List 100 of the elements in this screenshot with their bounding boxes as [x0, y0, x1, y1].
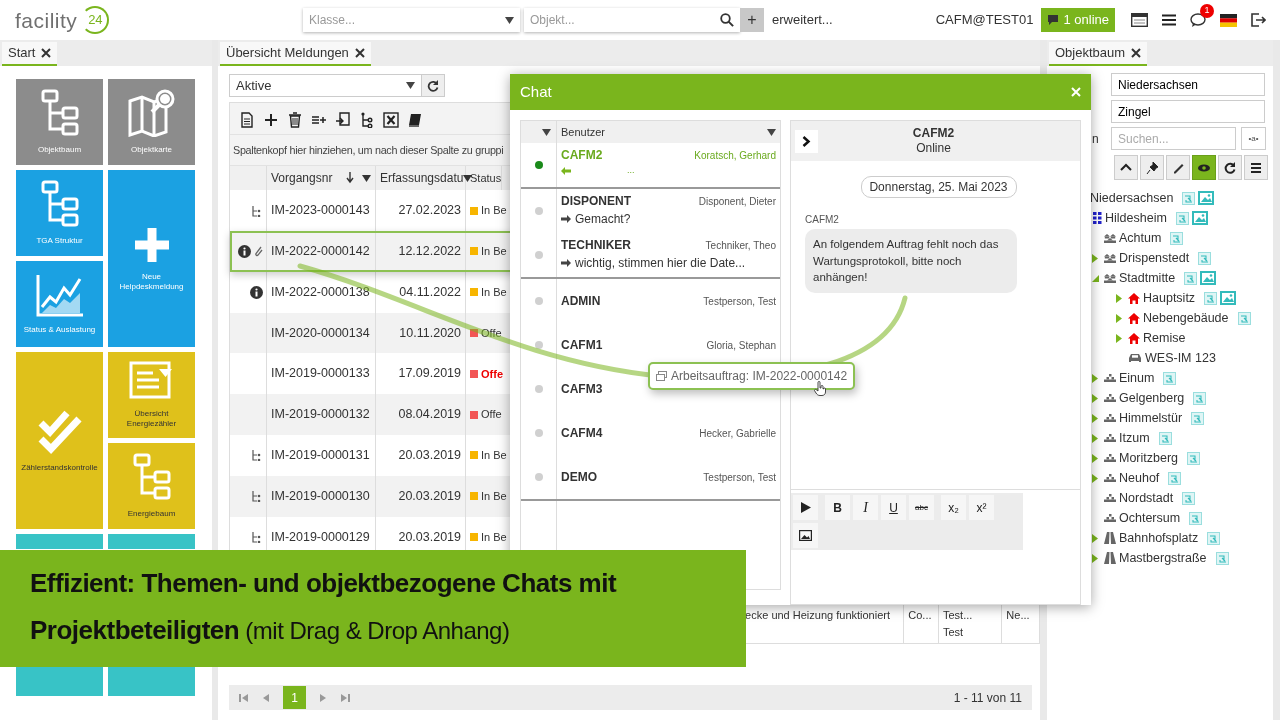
- expand-arrow-icon[interactable]: [1116, 313, 1122, 323]
- document-icon[interactable]: [239, 112, 255, 128]
- map-frame-icon[interactable]: [1191, 211, 1208, 225]
- tree-node-label[interactable]: Drispenstedt: [1119, 248, 1190, 268]
- editor-button[interactable]: [793, 495, 818, 520]
- tool-button[interactable]: [1166, 155, 1190, 180]
- expand-arrow-icon[interactable]: [1092, 373, 1098, 383]
- expand-arrow-icon[interactable]: [1092, 413, 1098, 423]
- tree-node-label[interactable]: Himmelstür: [1119, 408, 1183, 428]
- refresh-button[interactable]: [422, 74, 445, 97]
- tree-node-label[interactable]: Nordstadt: [1119, 488, 1174, 508]
- tree-node-label[interactable]: Achtum: [1119, 228, 1162, 248]
- object-search-field[interactable]: Objekt...: [530, 11, 716, 29]
- editor-button[interactable]: x₂: [941, 495, 966, 520]
- editor-button[interactable]: I: [853, 495, 878, 520]
- tool-button[interactable]: [1114, 155, 1138, 180]
- tree-node-label[interactable]: Moritzberg: [1119, 448, 1179, 468]
- pattern-button[interactable]: •a•: [1241, 127, 1266, 150]
- tree-node-label[interactable]: Ochtersum: [1119, 508, 1181, 528]
- app-tile[interactable]: Übersicht Energiezähler: [108, 352, 195, 438]
- import-icon[interactable]: [335, 112, 351, 128]
- region-field[interactable]: Niedersachsen: [1111, 73, 1265, 96]
- tree-node-label[interactable]: Gelgenberg: [1119, 388, 1185, 408]
- column-header[interactable]: Erfassungsdatu: [380, 169, 464, 188]
- editor-button[interactable]: B: [825, 495, 850, 520]
- app-tile[interactable]: [108, 534, 195, 549]
- tree-node-label[interactable]: WES-IM 123: [1145, 348, 1216, 368]
- panel-tab[interactable]: Übersicht Meldungen: [220, 42, 371, 66]
- editor-button[interactable]: U: [881, 495, 906, 520]
- panel-tab[interactable]: Objektbaum: [1049, 42, 1148, 66]
- attachment-icon[interactable]: [1198, 251, 1212, 265]
- chat-icon[interactable]: [1190, 12, 1206, 28]
- tree-node-label[interactable]: Neuhof: [1119, 468, 1160, 488]
- tree-node-label[interactable]: Hauptsitz: [1143, 288, 1196, 308]
- caret-icon[interactable]: [505, 16, 514, 24]
- expand-arrow-icon[interactable]: [1092, 253, 1098, 263]
- first-page-icon[interactable]: [239, 692, 249, 703]
- attachment-icon[interactable]: [1182, 191, 1196, 205]
- app-tile[interactable]: [108, 666, 195, 696]
- add-icon[interactable]: [263, 112, 279, 128]
- app-tile[interactable]: Zählerstandskontrolle: [16, 352, 103, 529]
- class-select[interactable]: Klasse...: [309, 11, 501, 29]
- attachment-icon[interactable]: [1163, 371, 1177, 385]
- app-tile[interactable]: [16, 534, 103, 549]
- window-icon[interactable]: [1131, 13, 1148, 27]
- tree-node-label[interactable]: Remise: [1143, 328, 1186, 348]
- expand-arrow-icon[interactable]: [1092, 433, 1098, 443]
- attachment-icon[interactable]: [1187, 451, 1201, 465]
- expand-arrow-icon[interactable]: [1116, 333, 1122, 343]
- tree-node-label[interactable]: Itzum: [1119, 428, 1150, 448]
- attachment-icon[interactable]: [1237, 311, 1251, 325]
- editor-button[interactable]: x²: [969, 495, 994, 520]
- caret-icon[interactable]: [767, 128, 776, 136]
- attachment-icon[interactable]: [1215, 551, 1229, 565]
- excel-icon[interactable]: [383, 112, 399, 128]
- logout-icon[interactable]: [1251, 13, 1266, 27]
- advanced-link[interactable]: erweitert...: [772, 10, 833, 30]
- attachment-icon[interactable]: [1175, 211, 1189, 225]
- tool-button[interactable]: [1192, 155, 1216, 180]
- app-tile[interactable]: Energiebaum: [108, 443, 195, 529]
- attachment-icon[interactable]: [1193, 391, 1207, 405]
- column-header[interactable]: Benutzer: [561, 123, 606, 141]
- close-icon[interactable]: [354, 48, 365, 58]
- expand-arrow-icon[interactable]: [1116, 293, 1122, 303]
- caret-icon[interactable]: [406, 82, 415, 89]
- attachment-icon[interactable]: [1182, 491, 1196, 505]
- attachment-icon[interactable]: [1189, 511, 1203, 525]
- attachment-icon[interactable]: [1170, 231, 1184, 245]
- attachment-icon[interactable]: [1207, 531, 1221, 545]
- tool-button[interactable]: [1244, 155, 1268, 180]
- caret-icon[interactable]: [542, 128, 551, 136]
- editor-button[interactable]: abc: [909, 495, 934, 520]
- editor-button[interactable]: [793, 523, 818, 548]
- attachment-icon[interactable]: [1184, 271, 1198, 285]
- tool-button[interactable]: [1140, 155, 1164, 180]
- last-page-icon[interactable]: [340, 692, 350, 703]
- attachment-icon[interactable]: [1191, 411, 1205, 425]
- hierarchy-icon[interactable]: [359, 112, 375, 128]
- location-field[interactable]: Zingel: [1111, 100, 1265, 123]
- app-tile[interactable]: [16, 666, 103, 696]
- attachment-icon[interactable]: [1204, 291, 1218, 305]
- filter-select[interactable]: Aktive: [229, 74, 422, 97]
- attachment-icon[interactable]: [1158, 431, 1172, 445]
- previous-page-icon[interactable]: [262, 692, 270, 703]
- tree-node-label[interactable]: Einum: [1119, 368, 1155, 388]
- map-frame-icon[interactable]: [1200, 271, 1217, 285]
- expand-arrow-icon[interactable]: [1092, 533, 1098, 543]
- search-icon[interactable]: [720, 13, 734, 27]
- flag-icon[interactable]: [1220, 13, 1237, 27]
- tree-node-label[interactable]: Bahnhofsplatz: [1119, 528, 1199, 548]
- column-header[interactable]: Status: [470, 169, 502, 187]
- next-page-icon[interactable]: [319, 692, 327, 703]
- trash-icon[interactable]: [287, 112, 303, 128]
- collapse-button[interactable]: [795, 129, 818, 153]
- map-frame-icon[interactable]: [1220, 291, 1237, 305]
- collapse-arrow-icon[interactable]: [1092, 274, 1099, 282]
- expand-arrow-icon[interactable]: [1092, 453, 1098, 463]
- filter-icon[interactable]: [362, 174, 371, 182]
- tree-node-label[interactable]: Niedersachsen: [1090, 188, 1174, 208]
- add-button[interactable]: +: [740, 8, 764, 32]
